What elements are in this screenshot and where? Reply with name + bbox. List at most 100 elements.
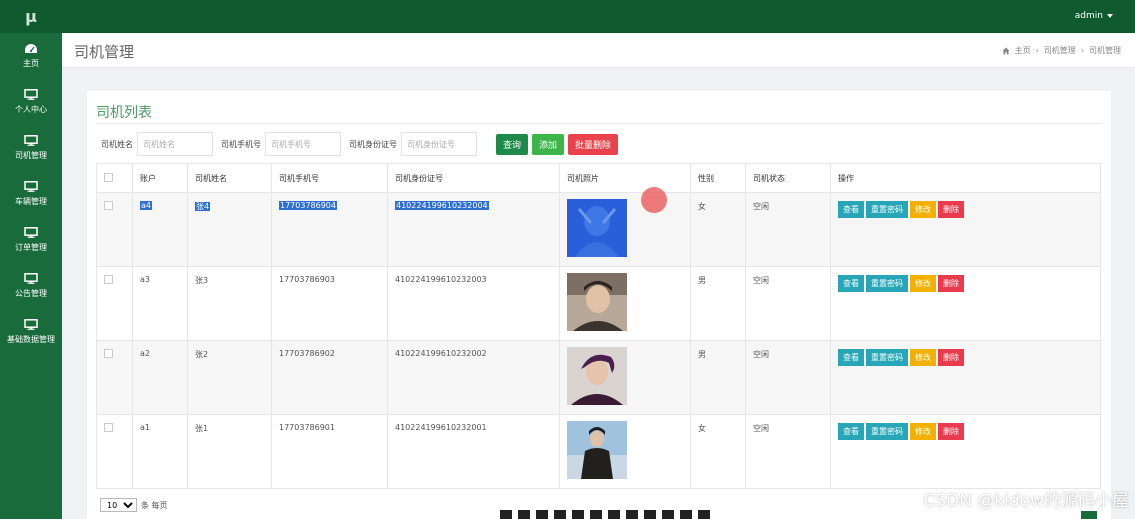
- table-row: a4 张4 17703786904 410224199610232004 女 空…: [96, 192, 1101, 267]
- sidebar: μ 主页 个人中心 司机管理 车辆管理 订单管理 公告管理 基础数据管理: [0, 0, 62, 519]
- column-header: 操作: [830, 163, 1101, 193]
- name-cell: 张2: [187, 340, 272, 415]
- edit-button[interactable]: 修改: [910, 201, 936, 218]
- select-all-cell[interactable]: [96, 163, 133, 193]
- row-checkbox[interactable]: [104, 275, 113, 284]
- row-select-cell[interactable]: [96, 414, 133, 489]
- edit-button[interactable]: 修改: [910, 423, 936, 440]
- name-cell: 张4: [187, 192, 272, 267]
- gender-cell: 女: [690, 192, 746, 267]
- reset-password-button[interactable]: 重置密码: [866, 275, 908, 292]
- row-select-cell[interactable]: [96, 192, 133, 267]
- click-indicator: [641, 187, 667, 213]
- id-card-cell: 410224199610232001: [387, 414, 560, 489]
- breadcrumb: 主页 › 司机管理 › 司机管理: [1002, 45, 1121, 56]
- sidebar-item-basic-data[interactable]: 基础数据管理: [0, 309, 62, 355]
- row-select-cell[interactable]: [96, 340, 133, 415]
- scroll-top-button[interactable]: [1081, 511, 1097, 519]
- column-header: 司机姓名: [187, 163, 272, 193]
- add-button[interactable]: 添加: [532, 133, 565, 155]
- column-header: 司机状态: [745, 163, 831, 193]
- reset-password-button[interactable]: 重置密码: [866, 423, 908, 440]
- status-cell: 空闲: [745, 414, 831, 489]
- gender-cell: 男: [690, 340, 746, 415]
- home-icon: [1002, 47, 1010, 54]
- row-select-cell[interactable]: [96, 266, 133, 341]
- edit-button[interactable]: 修改: [910, 275, 936, 292]
- id-card-cell: 410224199610232002: [387, 340, 560, 415]
- sidebar-item-label: 车辆管理: [15, 197, 47, 206]
- page-title: 司机管理: [74, 43, 135, 61]
- gender-cell: 男: [690, 266, 746, 341]
- driver-photo: [567, 273, 627, 331]
- sidebar-item-label: 主页: [23, 59, 39, 68]
- column-header: 司机照片: [559, 163, 691, 193]
- sidebar-item-profile[interactable]: 个人中心: [0, 79, 62, 125]
- breadcrumb-item-home[interactable]: 主页: [1015, 45, 1031, 56]
- driver-phone-input[interactable]: [265, 132, 341, 156]
- monitor-icon: [24, 227, 38, 238]
- name-value: 张4: [195, 202, 211, 211]
- driver-id-card-input[interactable]: [401, 132, 477, 156]
- view-button[interactable]: 查看: [838, 201, 864, 218]
- name-label: 司机姓名: [101, 139, 133, 149]
- gender-cell: 女: [690, 414, 746, 489]
- table-row: a2 张2 17703786902 410224199610232002 男 空…: [96, 340, 1101, 415]
- caret-down-icon: [1107, 13, 1113, 18]
- dashboard-icon: [25, 44, 37, 53]
- photo-cell: [559, 192, 691, 267]
- breadcrumb-item-current: 司机管理: [1089, 46, 1121, 55]
- table-row: a1 张1 17703786901 410224199610232001 女 空…: [96, 414, 1101, 489]
- sidebar-item-label: 订单管理: [15, 243, 47, 252]
- user-name: admin: [1074, 11, 1103, 21]
- phone-value: 17703786904: [279, 201, 337, 210]
- row-checkbox[interactable]: [104, 423, 113, 432]
- sidebar-item-label: 公告管理: [15, 289, 47, 298]
- row-checkbox[interactable]: [104, 349, 113, 358]
- delete-button[interactable]: 删除: [938, 275, 964, 292]
- column-header: 账户: [132, 163, 188, 193]
- actions-cell: 查看 重置密码 修改 删除: [830, 192, 1101, 267]
- query-button[interactable]: 查询: [496, 133, 529, 155]
- status-cell: 空闲: [745, 266, 831, 341]
- delete-button[interactable]: 删除: [938, 349, 964, 366]
- sidebar-item-orders[interactable]: 订单管理: [0, 217, 62, 263]
- phone-cell: 17703786902: [271, 340, 388, 415]
- page-size-select[interactable]: 10: [100, 498, 137, 512]
- view-button[interactable]: 查看: [838, 423, 864, 440]
- table-header-row: 账户 司机姓名 司机手机号 司机身份证号 司机照片 性别 司机状态 操作: [96, 163, 1101, 193]
- overlay-caption-fragment: [500, 510, 710, 519]
- select-all-checkbox[interactable]: [104, 172, 113, 182]
- sidebar-item-vehicles[interactable]: 车辆管理: [0, 171, 62, 217]
- column-header: 性别: [690, 163, 746, 193]
- sidebar-item-drivers[interactable]: 司机管理: [0, 125, 62, 171]
- breadcrumb-separator: ›: [1035, 46, 1039, 55]
- delete-button[interactable]: 删除: [938, 201, 964, 218]
- driver-name-input[interactable]: [137, 132, 213, 156]
- watermark: CSDN @kidow的源码小屋: [923, 491, 1129, 511]
- phone-cell: 17703786903: [271, 266, 388, 341]
- breadcrumb-item[interactable]: 司机管理: [1044, 45, 1076, 56]
- search-bar: 司机姓名 司机手机号 司机身份证号 查询 添加 批量删除: [101, 132, 622, 156]
- photo-cell: [559, 414, 691, 489]
- account-cell: a3: [132, 266, 188, 341]
- user-menu[interactable]: admin: [1075, 11, 1113, 21]
- reset-password-button[interactable]: 重置密码: [866, 201, 908, 218]
- actions-cell: 查看 重置密码 修改 删除: [830, 414, 1101, 489]
- row-checkbox[interactable]: [104, 201, 113, 210]
- view-button[interactable]: 查看: [838, 349, 864, 366]
- reset-password-button[interactable]: 重置密码: [866, 349, 908, 366]
- sidebar-item-home[interactable]: 主页: [0, 33, 62, 79]
- name-cell: 张1: [187, 414, 272, 489]
- top-bar: admin: [62, 0, 1135, 33]
- sidebar-item-notices[interactable]: 公告管理: [0, 263, 62, 309]
- batch-delete-button[interactable]: 批量删除: [568, 133, 619, 155]
- monitor-icon: [24, 273, 38, 284]
- view-button[interactable]: 查看: [838, 275, 864, 292]
- monitor-icon: [24, 135, 38, 146]
- driver-list-panel: 司机列表 司机姓名 司机手机号 司机身份证号 查询 添加 批量删除 账户 司机姓…: [87, 91, 1111, 519]
- column-header: 司机身份证号: [387, 163, 560, 193]
- account-cell: a1: [132, 414, 188, 489]
- delete-button[interactable]: 删除: [938, 423, 964, 440]
- edit-button[interactable]: 修改: [910, 349, 936, 366]
